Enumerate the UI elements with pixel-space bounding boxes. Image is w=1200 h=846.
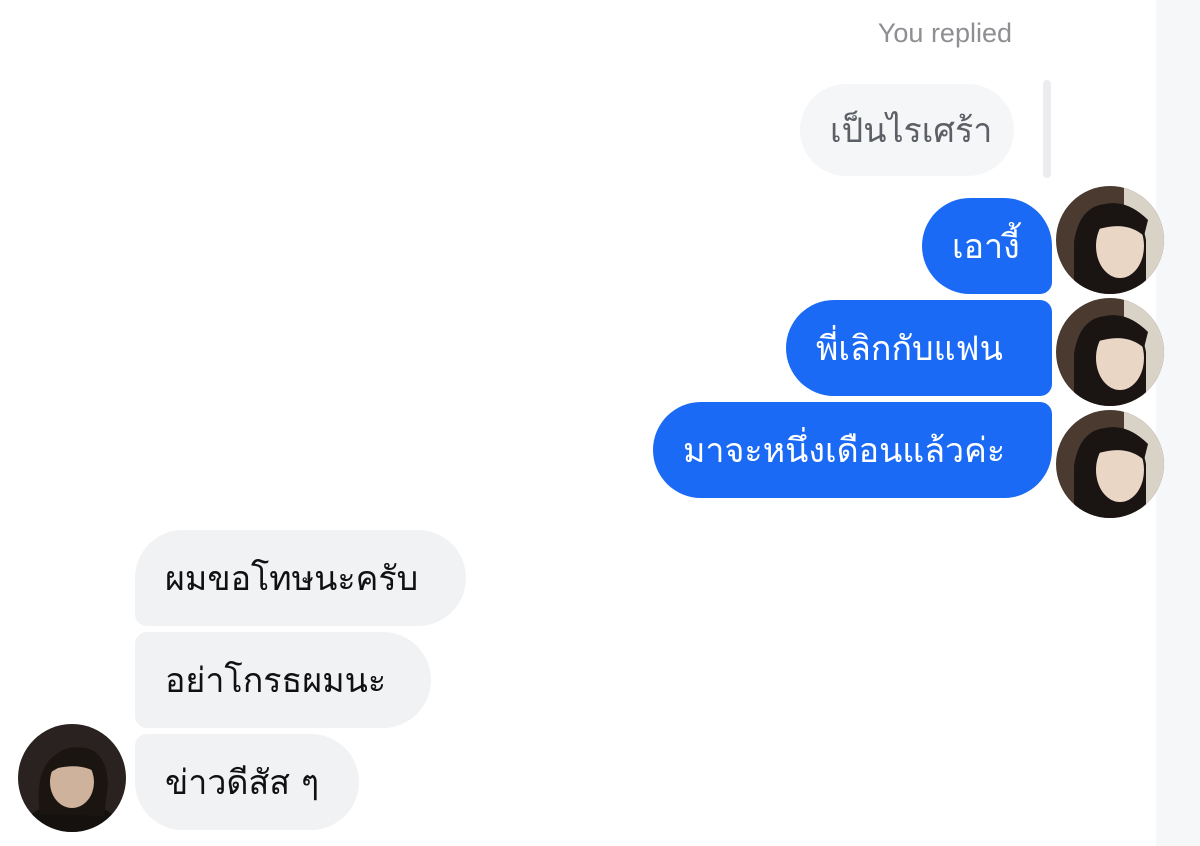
quoted-message-bubble[interactable]: เป็นไรเศร้า: [800, 84, 1014, 176]
outgoing-avatar[interactable]: [1056, 186, 1164, 294]
incoming-message-bubble[interactable]: ข่าวดีสัส ๆ: [135, 734, 359, 830]
user-avatar-icon: [1056, 186, 1164, 294]
outgoing-message-bubble[interactable]: พี่เลิกกับแฟน: [786, 300, 1052, 396]
scroll-gutter: [1156, 0, 1200, 846]
incoming-avatar[interactable]: [18, 724, 126, 832]
user-avatar-icon: [1056, 410, 1164, 518]
outgoing-message-bubble[interactable]: เอางี้: [922, 198, 1052, 294]
incoming-message-bubble[interactable]: อย่าโกรธผมนะ: [135, 632, 431, 728]
contact-avatar-icon: [18, 724, 126, 832]
reply-quote-bar: [1043, 80, 1051, 178]
reply-label: You replied: [877, 18, 1012, 48]
outgoing-avatar[interactable]: [1056, 410, 1164, 518]
incoming-message-bubble[interactable]: ผมขอโทษนะครับ: [135, 530, 466, 626]
outgoing-message-bubble[interactable]: มาจะหนึ่งเดือนแล้วค่ะ: [653, 402, 1052, 498]
outgoing-avatar[interactable]: [1056, 298, 1164, 406]
user-avatar-icon: [1056, 298, 1164, 406]
